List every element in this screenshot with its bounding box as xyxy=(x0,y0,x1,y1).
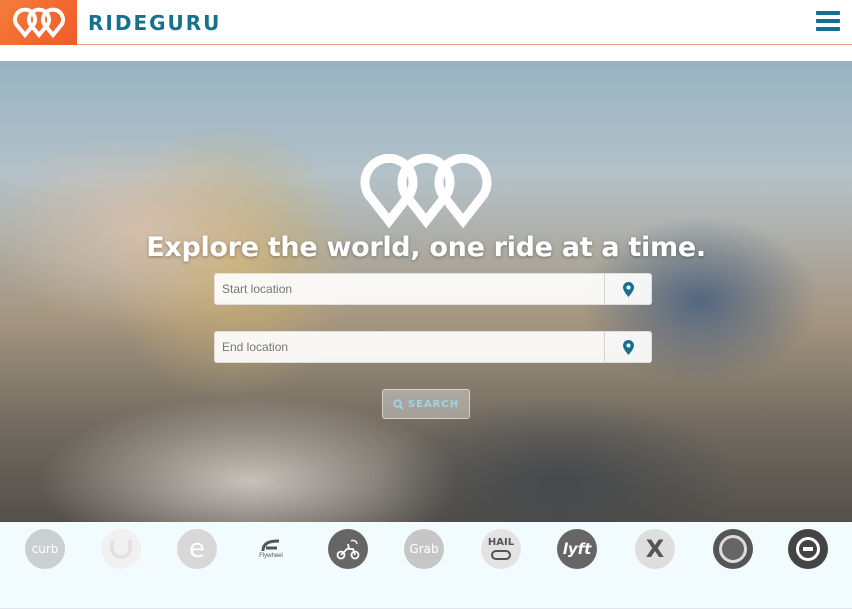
search-button-label: SEARCH xyxy=(407,398,460,410)
provider-label: X xyxy=(645,535,665,563)
provider-lyft-logo[interactable]: lyft xyxy=(557,529,597,569)
map-pin-icon xyxy=(622,339,634,355)
hero-section: Explore the world, one ride at a time. S… xyxy=(0,61,852,522)
end-location-field[interactable] xyxy=(214,331,652,363)
provider-label: e xyxy=(189,534,205,564)
provider-uber-logo[interactable] xyxy=(788,529,828,569)
scooter-icon xyxy=(336,539,360,560)
rideguru-logo-icon xyxy=(12,7,65,38)
provider-logo-strip: curb e Flywheel Grab HAIL lyft X xyxy=(0,522,852,609)
logo-button[interactable] xyxy=(0,0,77,45)
rideguru-hero-logo-icon xyxy=(360,153,492,229)
hero-headline: Explore the world, one ride at a time. xyxy=(146,232,706,263)
hamburger-menu-icon[interactable] xyxy=(816,11,840,31)
search-icon xyxy=(393,398,404,410)
provider-didi-logo[interactable] xyxy=(101,529,141,569)
map-pin-icon xyxy=(622,281,634,297)
brand-name[interactable]: RIDEGURU xyxy=(88,11,221,35)
provider-grab-logo[interactable]: Grab xyxy=(404,529,444,569)
start-location-pin-button[interactable] xyxy=(604,274,651,304)
provider-label: lyft xyxy=(562,540,592,558)
provider-via-logo[interactable] xyxy=(713,529,753,569)
provider-taxify-logo[interactable]: X xyxy=(635,529,675,569)
provider-label: Flywheel xyxy=(259,553,283,559)
provider-ecab-logo[interactable]: e xyxy=(177,529,217,569)
provider-gojek-logo[interactable] xyxy=(328,529,368,569)
start-location-input[interactable] xyxy=(215,274,604,304)
provider-hail-logo[interactable]: HAIL xyxy=(481,529,521,569)
uber-ring-icon xyxy=(796,537,820,561)
provider-label: curb xyxy=(31,542,59,556)
flywheel-icon xyxy=(261,539,280,552)
start-location-field[interactable] xyxy=(214,273,652,305)
provider-label: Grab xyxy=(409,542,439,556)
provider-label: HAIL xyxy=(487,537,515,548)
search-button[interactable]: SEARCH xyxy=(382,389,470,419)
top-header: RIDEGURU xyxy=(0,0,852,45)
end-location-pin-button[interactable] xyxy=(604,332,651,362)
provider-flywheel-logo[interactable]: Flywheel xyxy=(251,529,291,569)
hail-car-icon xyxy=(491,550,511,560)
via-ring-icon xyxy=(719,535,747,563)
provider-curb-logo[interactable]: curb xyxy=(25,529,65,569)
didi-icon xyxy=(110,540,132,559)
end-location-input[interactable] xyxy=(215,332,604,362)
